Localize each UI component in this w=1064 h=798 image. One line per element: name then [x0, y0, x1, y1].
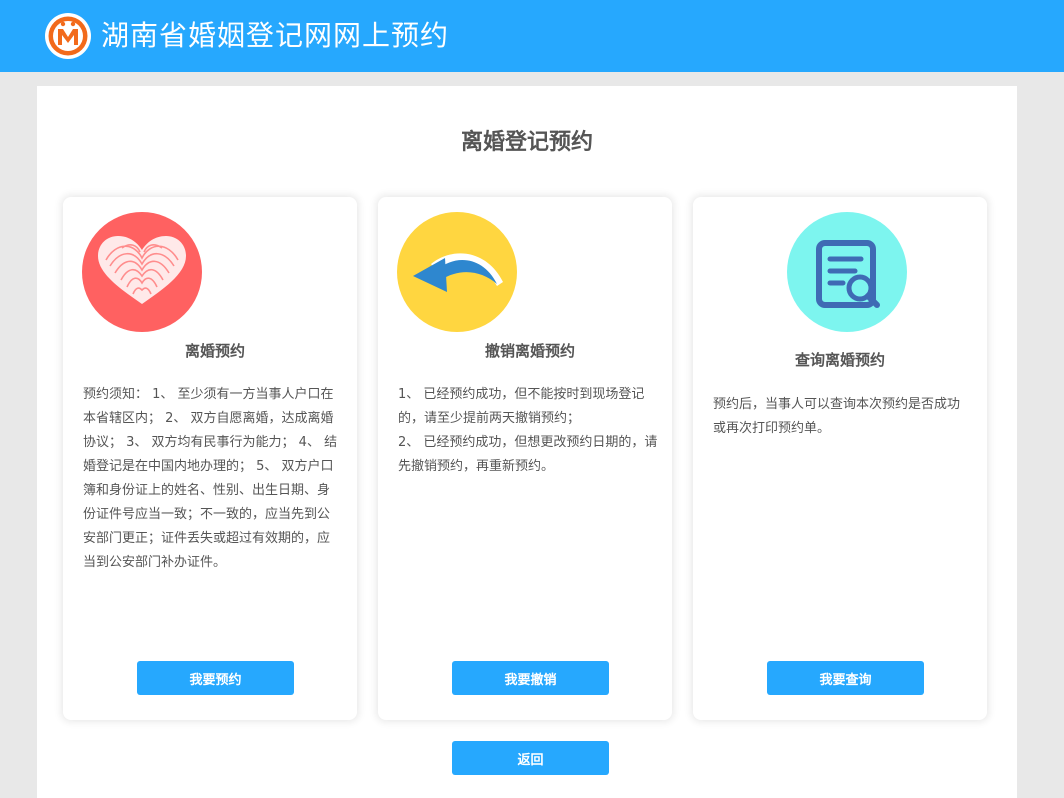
- card-notice-text: 预约须知： 1、 至少须有一方当事人户口在本省辖区内； 2、 双方自愿离婚，达成…: [83, 383, 339, 575]
- fingerprint-heart-icon: [82, 212, 202, 332]
- card-title: 撤销离婚预约: [484, 342, 575, 360]
- site-header: 湖南省婚姻登记网网上预约: [0, 0, 1064, 72]
- document-search-icon: [787, 212, 907, 332]
- card-notice-text: 预约后，当事人可以查询本次预约是否成功或再次打印预约单。: [713, 393, 969, 441]
- page-title: 离婚登记预约: [460, 130, 593, 155]
- card-title: 查询离婚预约: [794, 351, 885, 369]
- marriage-registry-logo-icon: [45, 13, 91, 59]
- notice-paragraph: 1、 已经预约成功，但不能按时到现场登记的，请至少提前两天撤销预约；: [398, 387, 645, 426]
- cancel-appointment-button[interactable]: 我要撤销: [452, 661, 609, 695]
- notice-paragraph: 2、 已经预约成功，但想更改预约日期的，请先撤销预约，再重新预约。: [398, 435, 658, 474]
- card-title: 离婚预约: [184, 342, 245, 360]
- site-title: 湖南省婚姻登记网网上预约: [101, 19, 450, 52]
- make-appointment-button[interactable]: 我要预约: [137, 661, 294, 695]
- back-button[interactable]: 返回: [452, 741, 609, 775]
- notice-paragraph: 预约须知： 1、 至少须有一方当事人户口在本省辖区内； 2、 双方自愿离婚，达成…: [83, 387, 338, 570]
- card-notice-text: 1、 已经预约成功，但不能按时到现场登记的，请至少提前两天撤销预约； 2、 已经…: [398, 383, 666, 479]
- card-query-appointment: 查询离婚预约 预约后，当事人可以查询本次预约是否成功或再次打印预约单。 我要查询: [693, 197, 987, 720]
- card-divorce-appointment: 离婚预约 预约须知： 1、 至少须有一方当事人户口在本省辖区内； 2、 双方自愿…: [63, 197, 357, 720]
- undo-arrow-icon: [397, 212, 517, 332]
- query-appointment-button[interactable]: 我要查询: [767, 661, 924, 695]
- notice-paragraph: 预约后，当事人可以查询本次预约是否成功或再次打印预约单。: [713, 397, 961, 436]
- main-panel: 离婚登记预约 离婚预约 预约须知： 1、 至少须有一方当事人户口在本省辖区内； …: [37, 86, 1017, 798]
- card-cancel-appointment: 撤销离婚预约 1、 已经预约成功，但不能按时到现场登记的，请至少提前两天撤销预约…: [378, 197, 672, 720]
